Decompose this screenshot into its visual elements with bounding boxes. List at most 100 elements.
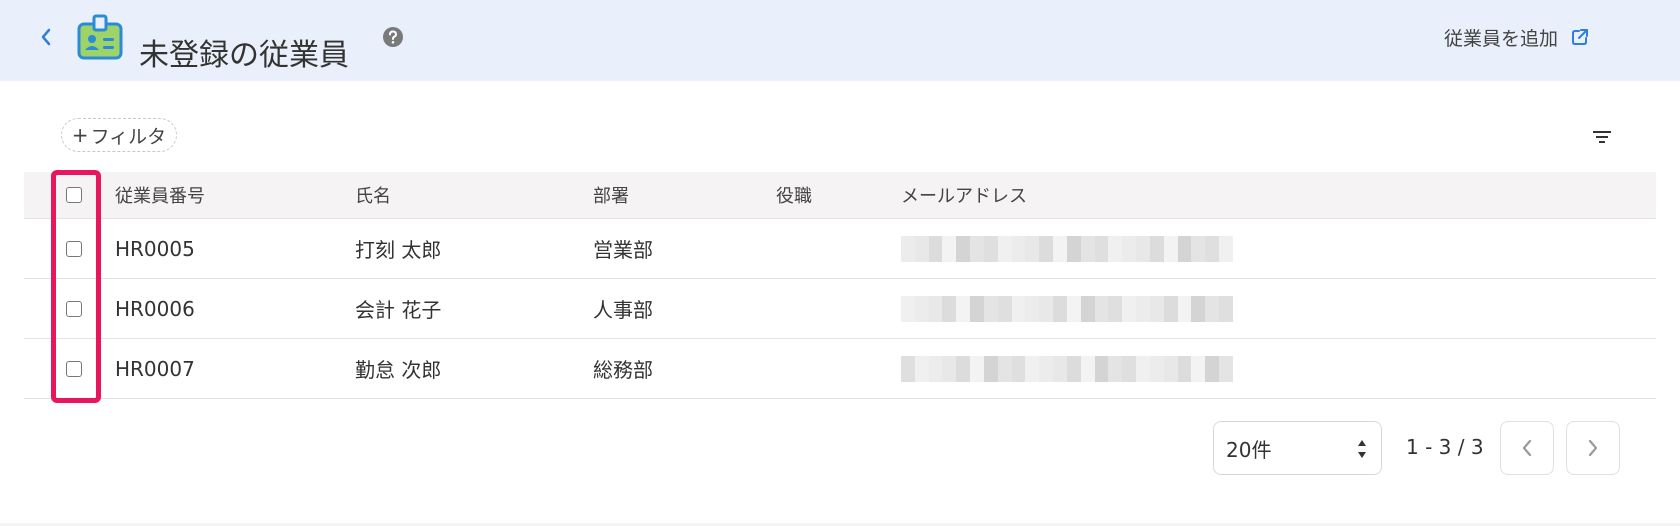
redaction-block xyxy=(1011,235,1026,262)
add-filter-button[interactable]: + フィルタ xyxy=(61,118,177,152)
redaction-block xyxy=(997,355,1012,382)
redaction-block xyxy=(1025,355,1040,382)
add-employee-label: 従業員を追加 xyxy=(1444,27,1559,50)
redaction-block xyxy=(901,235,915,262)
redaction-block xyxy=(1011,355,1026,382)
redaction-block xyxy=(983,355,998,382)
previous-page-button[interactable] xyxy=(1500,421,1554,475)
row-checkbox[interactable] xyxy=(66,240,82,257)
redaction-block xyxy=(1025,295,1040,322)
redaction-block xyxy=(1122,235,1137,262)
redaction-block xyxy=(1080,355,1095,382)
redaction-block xyxy=(928,235,943,262)
redaction-block xyxy=(956,355,971,382)
redaction-block xyxy=(1219,295,1233,322)
redaction-block xyxy=(1053,295,1067,322)
chevron-left-icon xyxy=(1522,439,1532,457)
column-department[interactable]: 部署 xyxy=(593,172,629,218)
redaction-block xyxy=(1080,235,1095,262)
redaction-block xyxy=(942,355,957,382)
redaction-block xyxy=(1108,235,1123,262)
plus-icon: + xyxy=(71,123,89,147)
employee-name: 勤怠 次郎 xyxy=(355,358,442,382)
redaction-block xyxy=(970,235,984,262)
redaction-block xyxy=(1191,235,1206,262)
redaction-block xyxy=(1205,235,1220,262)
redaction-block xyxy=(914,355,929,382)
column-email[interactable]: メールアドレス xyxy=(901,172,1027,218)
redaction-block xyxy=(1122,295,1137,322)
redaction-block xyxy=(942,295,957,322)
redaction-block xyxy=(1163,235,1178,262)
table-row[interactable]: HR0006 会計 花子 人事部 xyxy=(24,279,1656,339)
pagination-range: 1 - 3 / 3 xyxy=(1406,435,1484,459)
redaction-block xyxy=(1025,235,1040,262)
rows-per-page-value: 20件 xyxy=(1226,437,1272,462)
redaction-block xyxy=(1122,355,1137,382)
redaction-block xyxy=(1205,355,1220,382)
table-header: 従業員番号 氏名 部署 役職 メールアドレス xyxy=(24,172,1656,219)
employee-number: HR0007 xyxy=(115,356,195,381)
page-title: 未登録の従業員 xyxy=(139,38,349,74)
employee-name: 会計 花子 xyxy=(355,298,442,322)
row-checkbox[interactable] xyxy=(66,300,82,317)
redaction-block xyxy=(1094,235,1109,262)
rows-per-page-select[interactable]: 20件 xyxy=(1213,421,1382,475)
redaction-block xyxy=(914,295,929,322)
redaction-block xyxy=(970,295,984,322)
filter-label: フィルタ xyxy=(90,125,167,148)
redaction-block xyxy=(1066,295,1081,322)
column-position[interactable]: 役職 xyxy=(776,172,812,218)
redaction-block xyxy=(942,235,957,262)
redaction-block xyxy=(1066,235,1081,262)
redaction-block xyxy=(1136,355,1150,382)
column-name[interactable]: 氏名 xyxy=(355,172,391,218)
redaction-block xyxy=(928,295,943,322)
redaction-block xyxy=(1094,355,1109,382)
row-checkbox[interactable] xyxy=(66,360,82,377)
main-content: + フィルタ 従業員番号 氏名 部署 役職 メールアドレス HR0005 打刻 … xyxy=(0,81,1680,523)
employee-badge-icon xyxy=(77,14,123,60)
redaction-block xyxy=(1136,235,1150,262)
filter-list-icon[interactable] xyxy=(1590,125,1614,149)
add-employee-link[interactable]: 従業員を追加 xyxy=(1444,22,1590,52)
redaction-block xyxy=(997,235,1012,262)
external-link-icon xyxy=(1572,29,1589,45)
redaction-block xyxy=(1177,355,1192,382)
column-employee-number[interactable]: 従業員番号 xyxy=(115,172,205,218)
redaction-block xyxy=(1149,295,1164,322)
employee-number: HR0006 xyxy=(115,296,195,321)
redaction-block xyxy=(1163,355,1178,382)
redaction-block xyxy=(1136,295,1150,322)
employee-department: 営業部 xyxy=(593,238,653,262)
redaction-block xyxy=(1066,355,1081,382)
table-row[interactable]: HR0007 勤怠 次郎 総務部 xyxy=(24,339,1656,399)
next-page-button[interactable] xyxy=(1566,421,1620,475)
redaction-block xyxy=(1108,295,1123,322)
redaction-block xyxy=(1080,295,1095,322)
select-all-checkbox[interactable] xyxy=(66,187,82,203)
redaction-block xyxy=(1219,235,1233,262)
redaction-block xyxy=(983,295,998,322)
redaction-block xyxy=(901,295,915,322)
redaction-block xyxy=(1191,295,1206,322)
back-button[interactable] xyxy=(34,22,58,52)
redaction-block xyxy=(1039,235,1054,262)
page-header: 未登録の従業員 従業員を追加 xyxy=(0,0,1680,81)
table-row[interactable]: HR0005 打刻 太郎 営業部 xyxy=(24,219,1656,279)
help-circle-icon[interactable] xyxy=(382,26,404,48)
redaction-block xyxy=(1177,235,1192,262)
employee-department: 人事部 xyxy=(593,298,653,322)
redaction-block xyxy=(1219,355,1233,382)
redaction-block xyxy=(1053,235,1067,262)
chevron-left-icon xyxy=(41,28,51,46)
employee-number: HR0005 xyxy=(115,236,195,261)
redaction-block xyxy=(1149,355,1164,382)
redaction-block xyxy=(983,235,998,262)
redaction-block xyxy=(914,235,929,262)
redaction-block xyxy=(1053,355,1067,382)
redaction-block xyxy=(1205,295,1220,322)
redaction-block xyxy=(1177,295,1192,322)
redaction-block xyxy=(1108,355,1123,382)
select-arrows-icon xyxy=(1358,440,1366,458)
